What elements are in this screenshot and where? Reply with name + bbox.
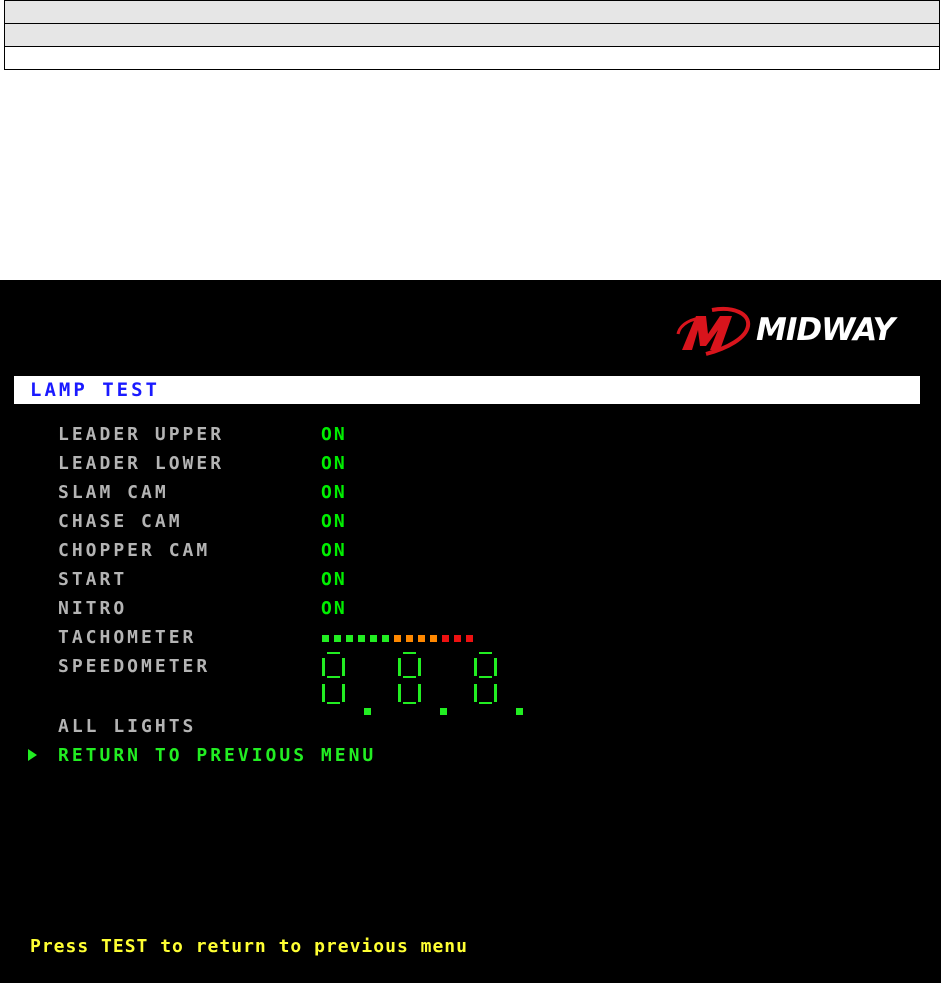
menu-item-slam-cam[interactable]: SLAM CAM: [58, 482, 169, 503]
menu-item-label: NITRO: [58, 598, 128, 619]
tachometer-segment: [442, 635, 449, 642]
lamp-status-value: ON: [321, 482, 347, 503]
tachometer-segment: [430, 635, 437, 642]
table-row: [4, 46, 940, 70]
menu-item-tachometer[interactable]: TACHOMETER: [58, 627, 196, 648]
menu-item-label: CHASE CAM: [58, 511, 183, 532]
lamp-status-value: ON: [321, 424, 347, 445]
midway-logo: MIDWAY: [676, 304, 902, 360]
lamp-status-value: ON: [321, 453, 347, 474]
speedometer-digit: [322, 652, 371, 715]
page-title: LAMP TEST: [30, 379, 160, 401]
menu-item-label: SLAM CAM: [58, 482, 169, 503]
arcade-test-screen: MIDWAY LAMP TEST LEADER UPPER ON LEADER …: [0, 280, 941, 983]
menu-item-label: TACHOMETER: [58, 627, 197, 648]
menu-item-label: START: [58, 569, 128, 590]
logo-text: MIDWAY: [756, 312, 895, 348]
tachometer-segment: [322, 635, 329, 642]
tachometer-segment: [346, 635, 353, 642]
menu-item-label: ALL LIGHTS: [58, 716, 197, 737]
menu-item-leader-lower[interactable]: LEADER LOWER: [58, 453, 224, 474]
lamp-status-value: ON: [321, 511, 347, 532]
tachometer-segment: [394, 635, 401, 642]
tachometer-segment: [370, 635, 377, 642]
tachometer-segment: [358, 635, 365, 642]
menu-item-label: LEADER UPPER: [58, 424, 225, 445]
lamp-status-value: ON: [321, 540, 347, 561]
tachometer-segment: [406, 635, 413, 642]
speedometer-digit: [474, 652, 523, 715]
table-row: [4, 0, 940, 24]
speedometer-display: [322, 652, 523, 715]
menu-item-start[interactable]: START: [58, 569, 127, 590]
tachometer-segment: [334, 635, 341, 642]
tachometer-segment: [382, 635, 389, 642]
tachometer-segment: [454, 635, 461, 642]
menu-item-nitro[interactable]: NITRO: [58, 598, 127, 619]
menu-item-label: RETURN TO PREVIOUS MENU: [58, 745, 377, 766]
menu-item-chase-cam[interactable]: CHASE CAM: [58, 511, 183, 532]
selection-arrow-icon: [28, 749, 37, 761]
menu-item-label: CHOPPER CAM: [58, 540, 211, 561]
midway-mw-icon: [676, 307, 751, 356]
speedometer-digit: [398, 652, 447, 715]
menu-item-chopper-cam[interactable]: CHOPPER CAM: [58, 540, 210, 561]
document-table: [4, 0, 940, 70]
menu-item-label: SPEEDOMETER: [58, 656, 211, 677]
lamp-status-value: ON: [321, 598, 347, 619]
footer-instruction: Press TEST to return to previous menu: [30, 936, 468, 957]
tachometer-display: [322, 635, 473, 642]
tachometer-segment: [466, 635, 473, 642]
menu-item-return-to-previous[interactable]: RETURN TO PREVIOUS MENU: [58, 745, 376, 766]
title-bar: LAMP TEST: [14, 376, 920, 404]
lamp-status-value: ON: [321, 569, 347, 590]
tachometer-segment: [418, 635, 425, 642]
menu-item-label: LEADER LOWER: [58, 453, 225, 474]
table-row: [4, 23, 940, 47]
menu-item-leader-upper[interactable]: LEADER UPPER: [58, 424, 224, 445]
menu-item-speedometer[interactable]: SPEEDOMETER: [58, 656, 210, 677]
menu-item-all-lights[interactable]: ALL LIGHTS: [58, 716, 196, 737]
